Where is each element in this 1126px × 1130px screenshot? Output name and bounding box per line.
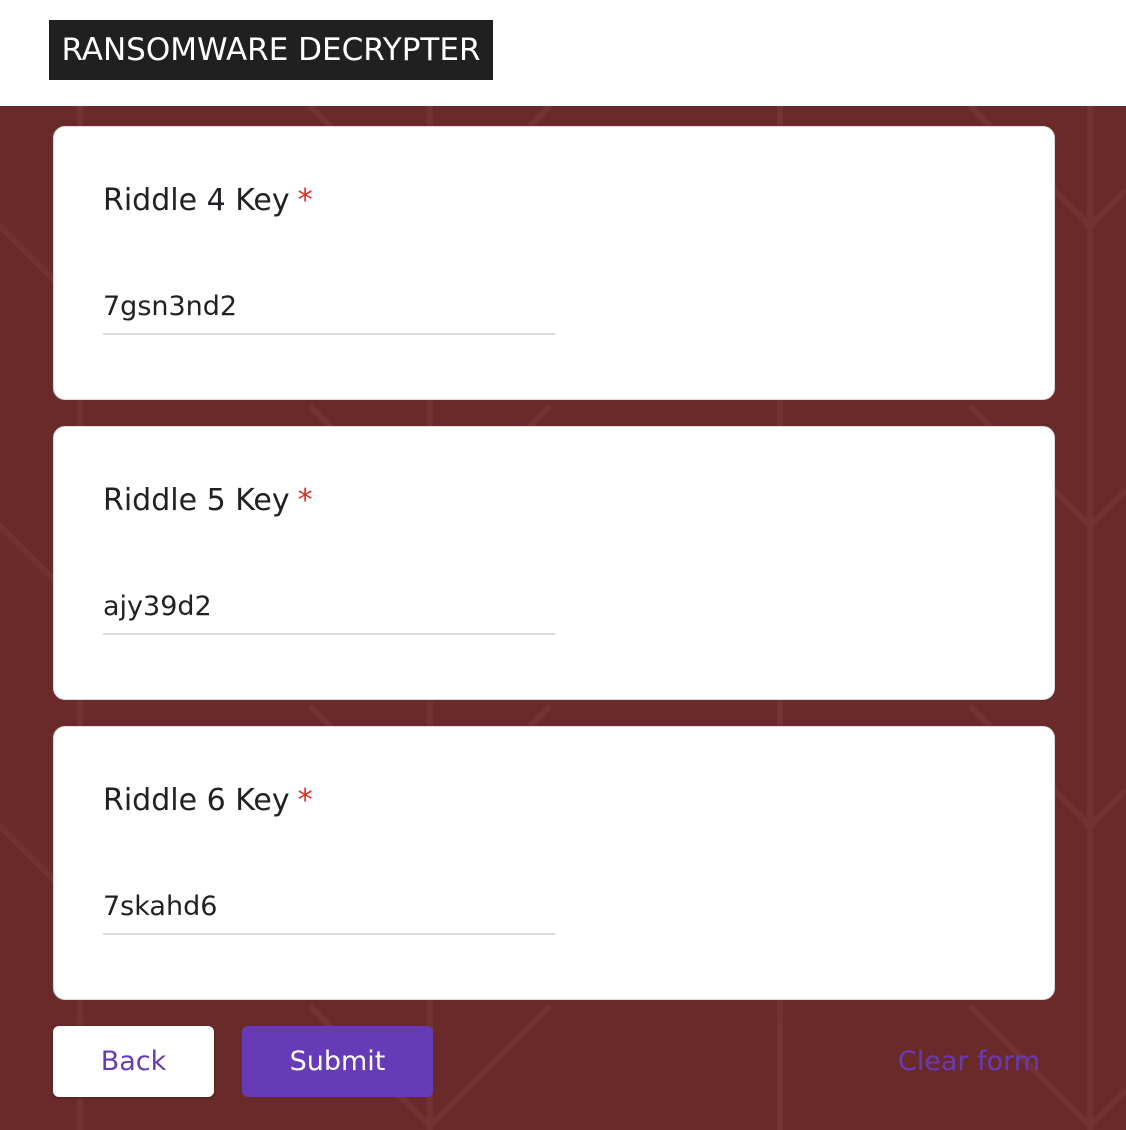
question-card-riddle-6: Riddle 6 Key * 7skahd6: [53, 726, 1055, 1000]
question-title: Riddle 5 Key *: [103, 483, 313, 518]
required-asterisk: *: [297, 783, 313, 818]
riddle-4-key-input[interactable]: 7gsn3nd2: [103, 287, 555, 335]
form-title: RANSOMWARE DECRYPTER: [49, 20, 493, 80]
submit-button[interactable]: Submit: [242, 1026, 433, 1097]
riddle-5-key-input[interactable]: ajy39d2: [103, 587, 555, 635]
back-button[interactable]: Back: [53, 1026, 214, 1097]
question-label: Riddle 6 Key: [103, 783, 290, 818]
header-bar: RANSOMWARE DECRYPTER: [0, 0, 1126, 106]
question-card-riddle-4: Riddle 4 Key * 7gsn3nd2: [53, 126, 1055, 400]
question-card-riddle-5: Riddle 5 Key * ajy39d2: [53, 426, 1055, 700]
question-label: Riddle 4 Key: [103, 183, 290, 218]
riddle-6-key-input[interactable]: 7skahd6: [103, 887, 555, 935]
required-asterisk: *: [297, 183, 313, 218]
question-label: Riddle 5 Key: [103, 483, 290, 518]
required-asterisk: *: [297, 483, 313, 518]
clear-form-button[interactable]: Clear form: [880, 1026, 1058, 1097]
question-title: Riddle 6 Key *: [103, 783, 313, 818]
question-title: Riddle 4 Key *: [103, 183, 313, 218]
